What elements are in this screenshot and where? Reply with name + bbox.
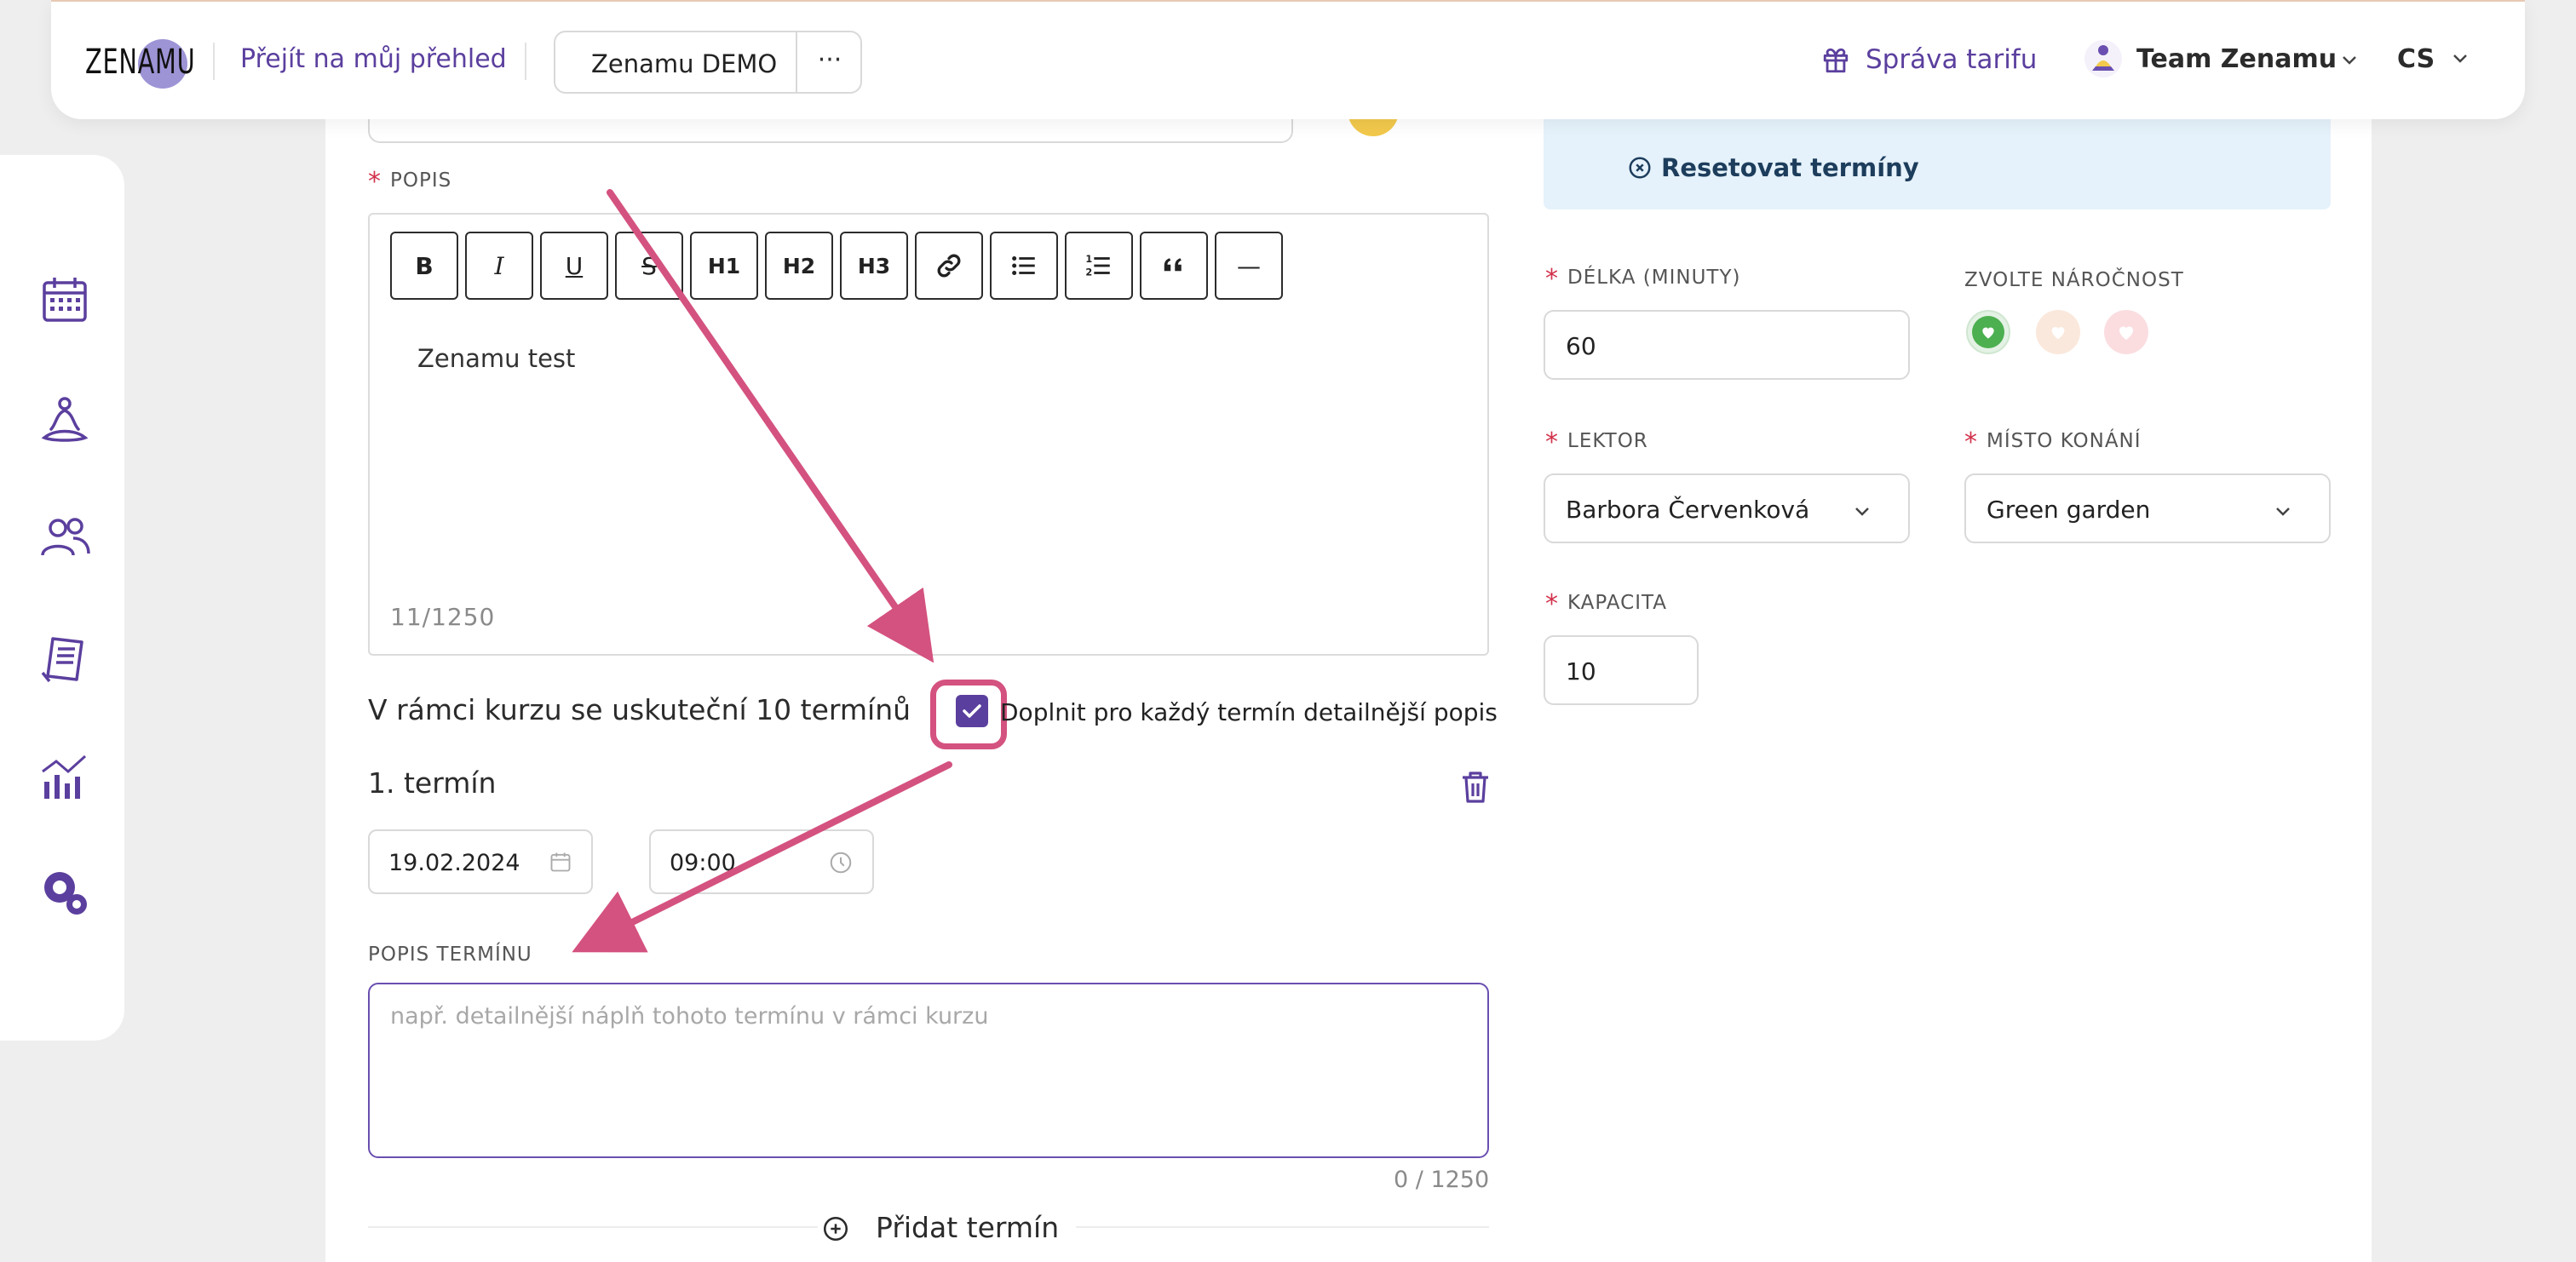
- logo-text: ZENAMU: [85, 43, 196, 82]
- analytics-icon[interactable]: [39, 751, 90, 802]
- svg-text:2: 2: [1085, 266, 1092, 278]
- users-icon[interactable]: [39, 513, 90, 564]
- divider: [525, 43, 526, 80]
- chevron-down-icon: [1855, 508, 1869, 516]
- heart-icon: [2119, 326, 2133, 340]
- trash-icon[interactable]: [1460, 770, 1491, 804]
- heart-icon: [2051, 327, 2065, 340]
- numbered-list-icon: 12: [1085, 253, 1110, 278]
- numbered-list-button[interactable]: 12: [1065, 232, 1133, 300]
- lector-select[interactable]: Barbora Červenková: [1544, 473, 1910, 543]
- quote-icon: [1164, 258, 1182, 272]
- editor-content[interactable]: Zenamu test: [417, 344, 575, 373]
- detail-description-label[interactable]: Doplnit pro každý termín detailnější pop…: [1000, 698, 1498, 726]
- calendar-icon[interactable]: [39, 274, 90, 325]
- character-count: 11/1250: [390, 603, 496, 631]
- language-code: CS: [2397, 44, 2435, 74]
- underline-button[interactable]: U: [540, 232, 608, 300]
- term-time-input[interactable]: 09:00: [649, 829, 874, 894]
- bold-button[interactable]: B: [390, 232, 458, 300]
- capacity-label: * KAPACITA: [1545, 589, 1667, 619]
- difficulty-hard-option[interactable]: [2104, 310, 2148, 354]
- difficulty-medium-option[interactable]: [2036, 310, 2080, 354]
- description-label: * POPIS: [368, 167, 452, 197]
- tariff-management-link[interactable]: Správa tarifu: [1821, 44, 2037, 75]
- difficulty-label: ZVOLTE NÁROČNOST: [1964, 269, 2184, 291]
- reset-terms-label: Resetovat termíny: [1661, 153, 1919, 182]
- chevron-down-icon: [2343, 56, 2356, 65]
- duration-value: 60: [1566, 332, 1596, 360]
- tariff-label: Správa tarifu: [1866, 44, 2038, 75]
- bulleted-list-icon: [1012, 255, 1035, 276]
- top-bar: ZENAMU Přejít na můj přehled Zenamu DEMO…: [51, 0, 2525, 119]
- term-description-placeholder: např. detailnější náplň tohoto termínu v…: [390, 1003, 989, 1030]
- organization-switcher[interactable]: Zenamu DEMO ···: [554, 31, 862, 94]
- clock-icon: [830, 852, 852, 874]
- meditation-icon[interactable]: [39, 395, 90, 446]
- team-avatar: [2084, 40, 2122, 77]
- add-term-button[interactable]: Přidat termín: [818, 1211, 1077, 1244]
- heart-icon: [1982, 327, 1994, 339]
- strikethrough-button[interactable]: S: [615, 232, 683, 300]
- description-editor[interactable]: B I U S H1 H2 H3 12 — Zenamu test 11/125…: [368, 213, 1489, 656]
- duration-input[interactable]: 60: [1544, 310, 1910, 380]
- zenamu-logo[interactable]: ZENAMU: [85, 36, 195, 89]
- heading3-button[interactable]: H3: [840, 232, 908, 300]
- close-circle-icon: [1629, 157, 1651, 179]
- overview-link[interactable]: Přejít na můj přehled: [240, 44, 507, 74]
- link-icon: [937, 254, 961, 278]
- quote-button[interactable]: [1140, 232, 1208, 300]
- link-button[interactable]: [915, 232, 983, 300]
- capacity-input[interactable]: 10: [1544, 635, 1699, 705]
- place-label: * MÍSTO KONÁNÍ: [1964, 427, 2142, 457]
- term-title: 1. termín: [368, 766, 497, 800]
- check-icon: [963, 704, 981, 718]
- invoice-icon[interactable]: [39, 634, 90, 685]
- heading2-button[interactable]: H2: [765, 232, 833, 300]
- difficulty-easy-option[interactable]: [1966, 310, 2010, 354]
- course-term-note: V rámci kurzu se uskuteční 10 termínů: [368, 693, 911, 726]
- horizontal-rule-button[interactable]: —: [1215, 232, 1283, 300]
- divider: [213, 43, 215, 80]
- team-name: Team Zenamu: [2136, 44, 2337, 74]
- more-options-button[interactable]: ···: [797, 39, 862, 87]
- language-switcher[interactable]: CS: [2397, 44, 2467, 74]
- term-description-label: POPIS TERMÍNU: [368, 944, 532, 966]
- settings-icon[interactable]: [39, 867, 90, 918]
- sidebar: [0, 155, 124, 1041]
- heading1-button[interactable]: H1: [690, 232, 758, 300]
- place-value: Green garden: [1987, 496, 2151, 524]
- plus-circle-icon: [823, 1216, 848, 1242]
- duration-label: * DÉLKA (MINUTY): [1545, 264, 1741, 294]
- chevron-down-icon: [2453, 54, 2467, 63]
- reset-terms-button[interactable]: Resetovat termíny: [1627, 153, 1919, 182]
- chevron-down-icon: [2276, 508, 2290, 516]
- gift-icon: [1823, 48, 1849, 73]
- capacity-value: 10: [1566, 657, 1596, 685]
- place-select[interactable]: Green garden: [1964, 473, 2331, 543]
- term-description-input[interactable]: např. detailnější náplň tohoto termínu v…: [368, 983, 1489, 1158]
- term-time-value: 09:00: [670, 850, 736, 876]
- lector-value: Barbora Červenková: [1566, 496, 1810, 524]
- bulleted-list-button[interactable]: [990, 232, 1058, 300]
- term-description-count: 0 / 1250: [1394, 1167, 1490, 1193]
- svg-text:1: 1: [1085, 253, 1092, 265]
- term-date-value: 19.02.2024: [388, 850, 520, 876]
- organization-name: Zenamu DEMO: [591, 49, 778, 78]
- calendar-icon: [550, 852, 571, 872]
- term-date-input[interactable]: 19.02.2024: [368, 829, 593, 894]
- lector-label: * LEKTOR: [1545, 427, 1648, 457]
- detail-description-checkbox[interactable]: [956, 695, 988, 727]
- italic-button[interactable]: I: [465, 232, 533, 300]
- add-term-label: Přidat termín: [876, 1211, 1060, 1244]
